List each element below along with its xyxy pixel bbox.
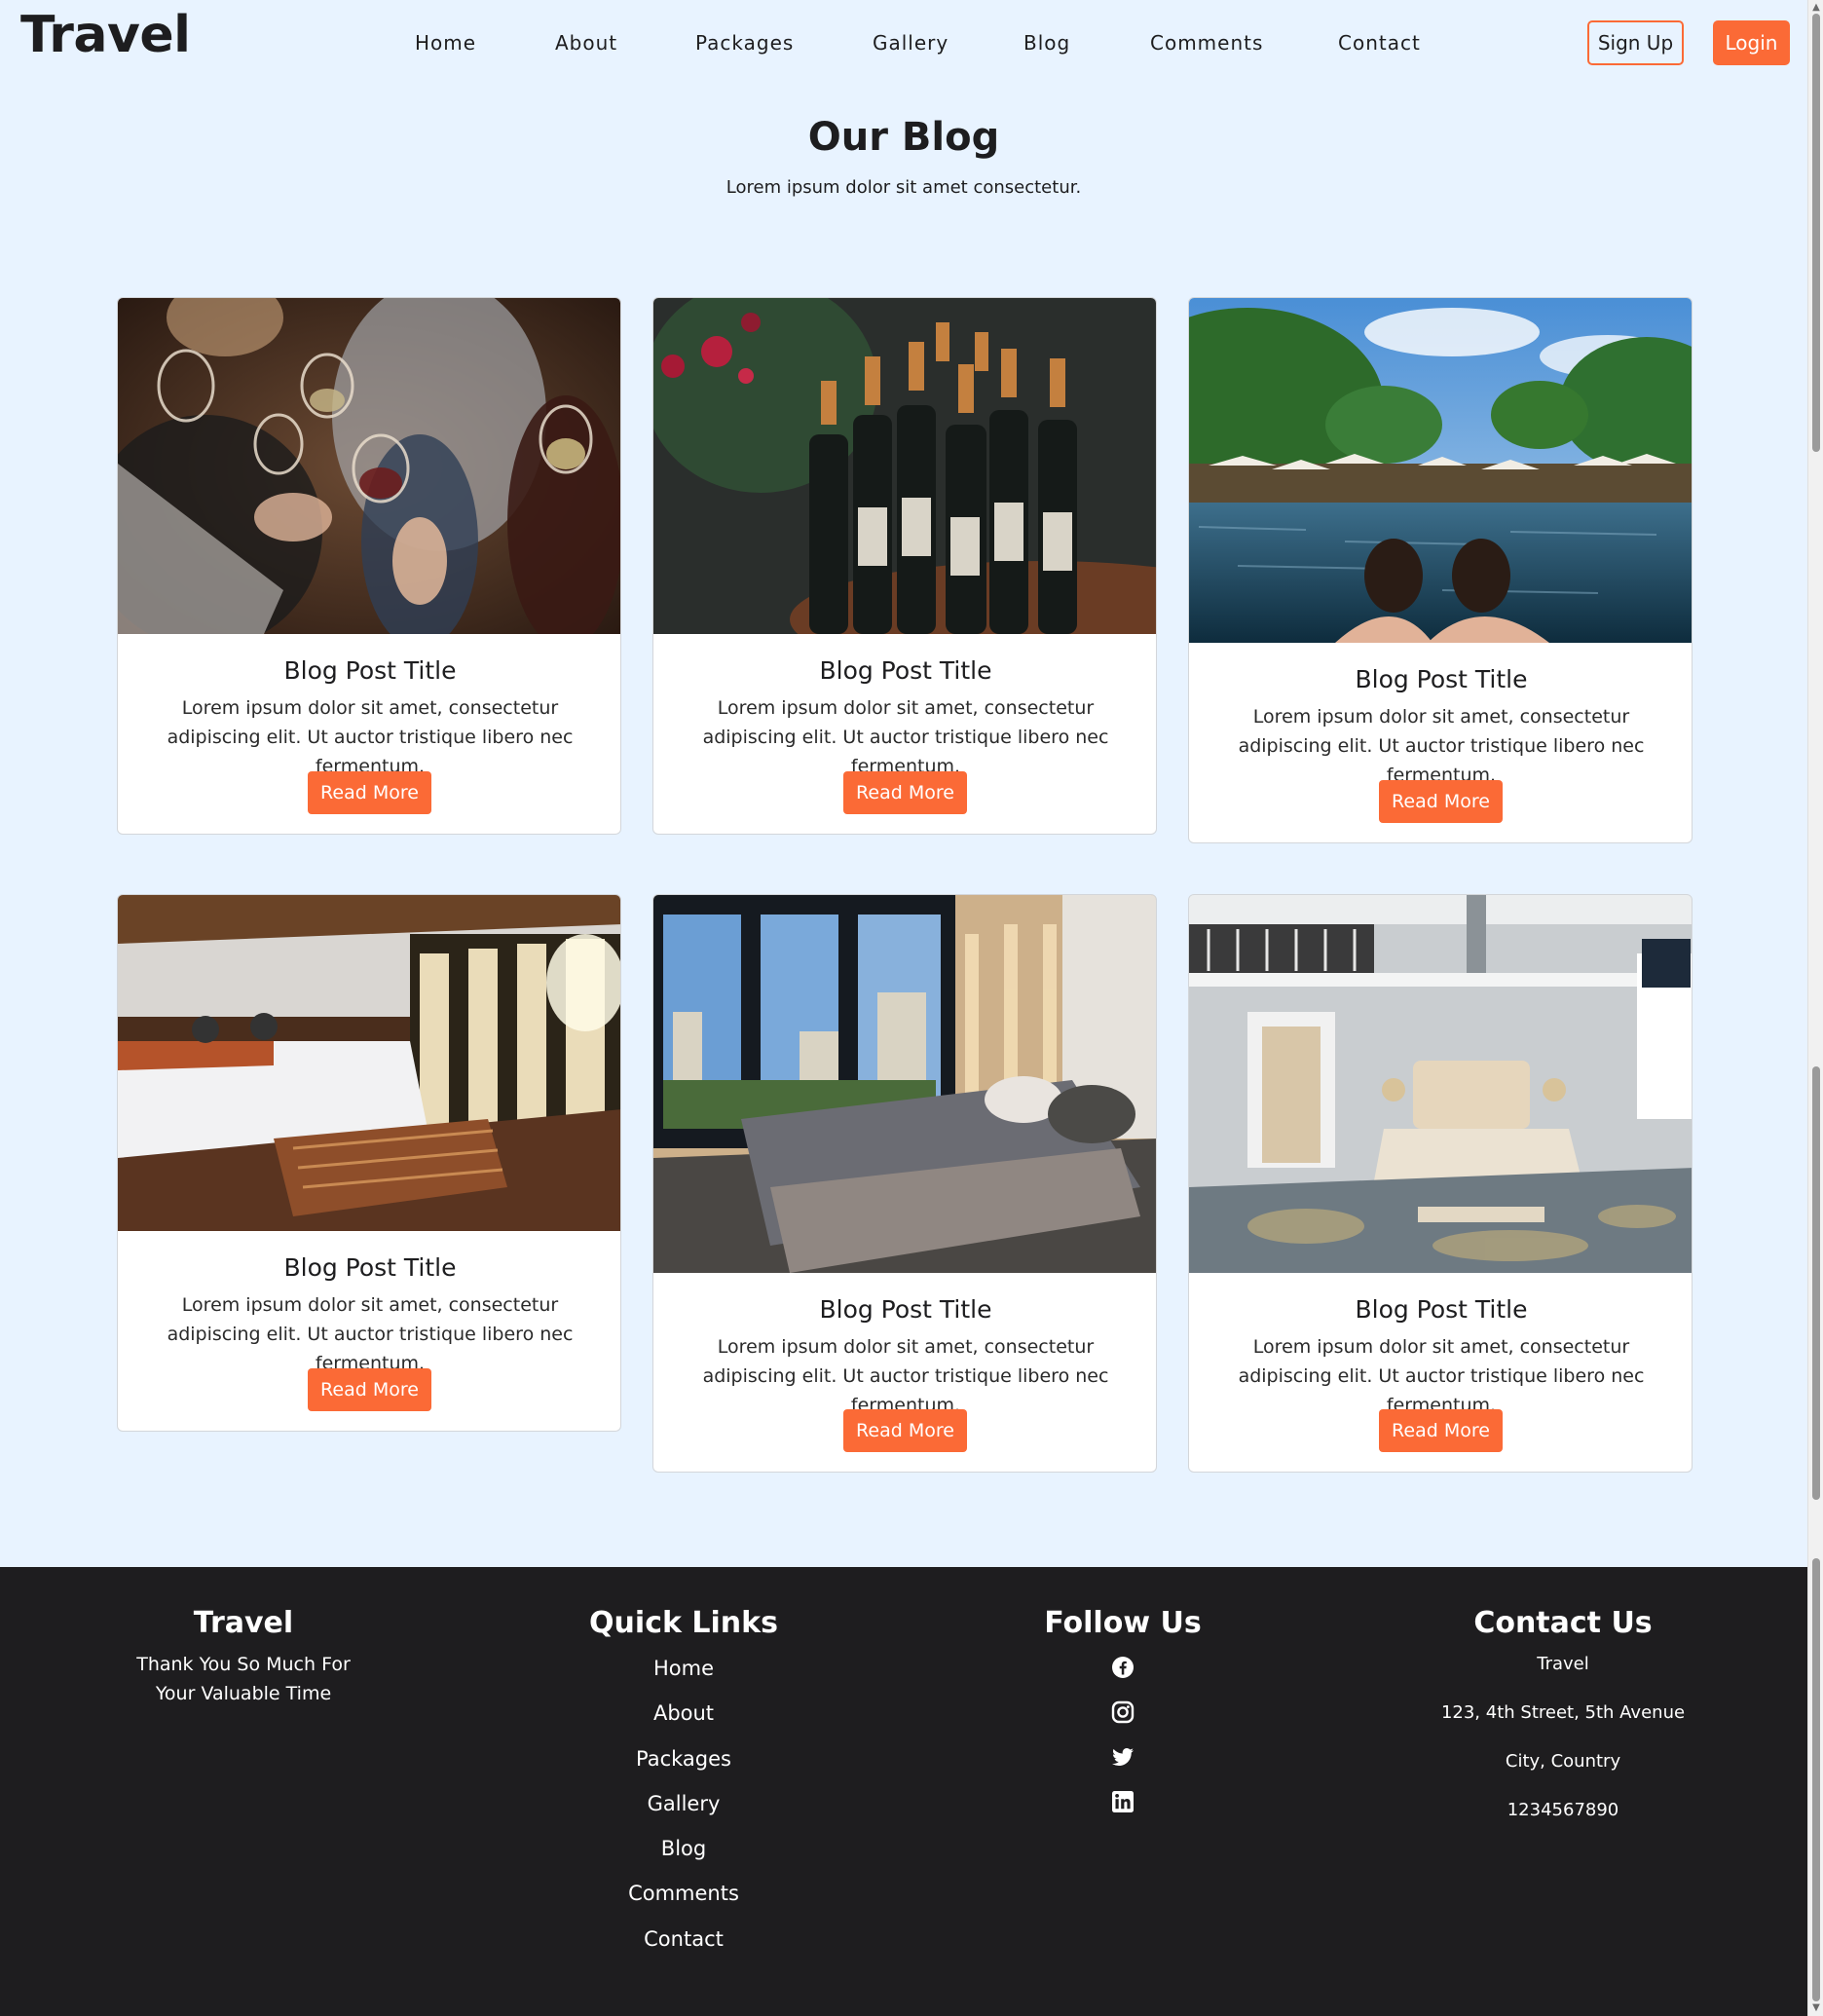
- blog-card: Blog Post Title Lorem ipsum dolor sit am…: [117, 894, 621, 1432]
- card-title: Blog Post Title: [819, 656, 992, 685]
- card-title: Blog Post Title: [819, 1295, 992, 1324]
- signup-button[interactable]: Sign Up: [1587, 20, 1684, 65]
- nav-link-about[interactable]: About: [555, 31, 617, 55]
- nav-link-blog[interactable]: Blog: [1023, 31, 1070, 55]
- brand-logo[interactable]: Travel: [20, 6, 191, 64]
- linkedin-icon[interactable]: [1111, 1790, 1135, 1813]
- footer-contact-city: City, Country: [1505, 1751, 1621, 1772]
- footer-follow-column: Follow Us: [977, 1606, 1269, 1835]
- scroll-thumb[interactable]: [1812, 1558, 1820, 2001]
- card-title: Blog Post Title: [283, 656, 457, 685]
- read-more-button[interactable]: Read More: [1379, 780, 1503, 823]
- footer-link-gallery[interactable]: Gallery: [538, 1785, 830, 1830]
- footer: Travel Thank You So Much For Your Valuab…: [0, 1567, 1807, 2016]
- loft-bedroom-photo: [1189, 895, 1692, 1273]
- login-button[interactable]: Login: [1713, 20, 1790, 65]
- wine-bottles-flowers-photo: [653, 298, 1156, 634]
- footer-link-blog[interactable]: Blog: [538, 1830, 830, 1875]
- card-text: Lorem ipsum dolor sit amet, consectetur …: [702, 1336, 1109, 1416]
- blog-card: Blog Post Title Lorem ipsum dolor sit am…: [117, 297, 621, 835]
- card-title: Blog Post Title: [1355, 1295, 1528, 1324]
- card-title: Blog Post Title: [283, 1253, 457, 1282]
- infinity-pool-palms-photo: [1189, 298, 1692, 643]
- footer-follow-title: Follow Us: [1044, 1606, 1202, 1640]
- blog-card: Blog Post Title Lorem ipsum dolor sit am…: [1188, 297, 1693, 843]
- twitter-icon[interactable]: [1111, 1745, 1135, 1769]
- scroll-thumb[interactable]: [1812, 14, 1820, 452]
- read-more-button[interactable]: Read More: [308, 771, 431, 814]
- footer-link-contact[interactable]: Contact: [538, 1921, 830, 1965]
- footer-quick-links-column: Quick Links Home About Packages Gallery …: [538, 1606, 830, 1965]
- scrollbar[interactable]: ▲ ▼: [1807, 0, 1823, 2016]
- blog-card: Blog Post Title Lorem ipsum dolor sit am…: [652, 894, 1157, 1473]
- footer-brand-title: Travel: [193, 1606, 294, 1640]
- footer-link-comments[interactable]: Comments: [538, 1875, 830, 1920]
- people-toasting-wine-photo: [118, 298, 620, 634]
- page: Travel Home About Packages Gallery Blog …: [0, 0, 1807, 2016]
- scroll-thumb[interactable]: [1812, 1066, 1820, 1500]
- card-text: Lorem ipsum dolor sit amet, consectetur …: [167, 697, 574, 777]
- card-text: Lorem ipsum dolor sit amet, consectetur …: [167, 1294, 574, 1374]
- nav-link-comments[interactable]: Comments: [1150, 31, 1263, 55]
- scroll-up-arrow-icon[interactable]: ▲: [1811, 3, 1821, 13]
- footer-brand-column: Travel Thank You So Much For Your Valuab…: [97, 1606, 390, 1708]
- nav-link-home[interactable]: Home: [415, 31, 476, 55]
- sunny-bedroom-photo: [118, 895, 620, 1231]
- read-more-button[interactable]: Read More: [843, 771, 967, 814]
- facebook-icon[interactable]: [1111, 1656, 1135, 1679]
- scroll-down-arrow-icon[interactable]: ▼: [1811, 2003, 1821, 2013]
- footer-brand-line: Thank You So Much For: [136, 1654, 351, 1675]
- card-text: Lorem ipsum dolor sit amet, consectetur …: [1238, 706, 1645, 786]
- blog-card: Blog Post Title Lorem ipsum dolor sit am…: [1188, 894, 1693, 1473]
- footer-contact-phone: 1234567890: [1507, 1800, 1619, 1820]
- read-more-button[interactable]: Read More: [1379, 1409, 1503, 1452]
- footer-brand-line: Your Valuable Time: [155, 1683, 332, 1704]
- read-more-button[interactable]: Read More: [308, 1368, 431, 1411]
- navbar: Travel Home About Packages Gallery Blog …: [0, 0, 1807, 88]
- footer-contact-name: Travel: [1537, 1654, 1589, 1674]
- card-text: Lorem ipsum dolor sit amet, consectetur …: [1238, 1336, 1645, 1416]
- instagram-icon[interactable]: [1111, 1700, 1135, 1724]
- footer-link-packages[interactable]: Packages: [538, 1740, 830, 1785]
- nav-link-packages[interactable]: Packages: [695, 31, 794, 55]
- footer-link-home[interactable]: Home: [538, 1650, 830, 1695]
- footer-link-about[interactable]: About: [538, 1695, 830, 1739]
- card-title: Blog Post Title: [1355, 665, 1528, 693]
- city-view-bedroom-photo: [653, 895, 1156, 1273]
- nav-link-contact[interactable]: Contact: [1338, 31, 1421, 55]
- footer-contact-address: 123, 4th Street, 5th Avenue: [1440, 1702, 1686, 1723]
- footer-contact-title: Contact Us: [1473, 1606, 1653, 1640]
- card-text: Lorem ipsum dolor sit amet, consectetur …: [702, 697, 1109, 777]
- footer-quick-links-title: Quick Links: [589, 1606, 778, 1640]
- footer-contact-column: Contact Us Travel 123, 4th Street, 5th A…: [1417, 1606, 1709, 1845]
- blog-card: Blog Post Title Lorem ipsum dolor sit am…: [652, 297, 1157, 835]
- blog-subheading: Lorem ipsum dolor sit amet consectetur.: [725, 177, 1082, 198]
- read-more-button[interactable]: Read More: [843, 1409, 967, 1452]
- blog-heading: Our Blog: [807, 115, 1000, 160]
- nav-link-gallery[interactable]: Gallery: [873, 31, 949, 55]
